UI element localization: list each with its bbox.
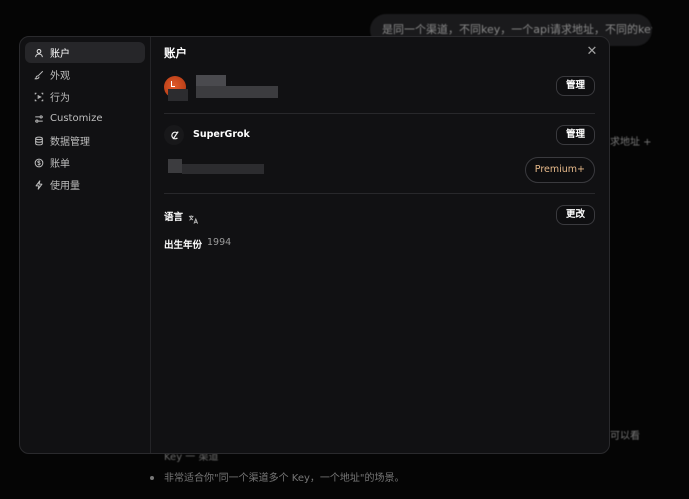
settings-sidebar: 账户 外观 行为 Customize 数据管理 账单 使用量 [20,37,151,453]
user-icon [34,48,44,58]
subscription-manage-button[interactable]: 管理 [555,125,595,145]
page-title: 账户 [164,46,187,60]
birth-year-label: 出生年份 [164,240,203,251]
subscription-detail-row: Premium+ [164,157,595,185]
sidebar-item-label: 外观 [50,71,70,82]
sidebar-item-behavior[interactable]: 行为 [25,86,145,107]
birth-year-row: 出生年份 1994 [164,237,595,251]
translate-icon [188,210,199,224]
supergrok-logo-icon [164,125,184,145]
redacted-email [196,86,278,98]
close-button[interactable]: ✕ [585,45,599,59]
sidebar-item-appearance[interactable]: 外观 [25,64,145,85]
sidebar-item-label: 使用量 [50,181,80,192]
behavior-icon [34,92,44,102]
sidebar-item-customize[interactable]: Customize [25,108,145,129]
redacted-plan-detail [182,164,264,174]
subscription-name: SuperGrok [193,129,250,140]
sidebar-item-label: 行为 [50,93,70,104]
settings-modal: 账户 外观 行为 Customize 数据管理 账单 使用量 账户 ✕ 管理 S… [19,36,610,454]
divider [164,193,595,194]
page: 是同一个渠道，不同key，一个api请求地址，不同的key 求地址 + 可以看 … [0,0,689,499]
redacted-avatar-pixels [168,89,188,101]
account-row: 管理 [164,75,595,103]
background-bullet-line: 非常适合你"同一个渠道多个 Key，一个地址"的场景。 [150,469,405,484]
bullet-dot [150,476,154,480]
divider [164,113,595,114]
sidebar-item-account[interactable]: 账户 [25,42,145,63]
background-bullet-text: 非常适合你"同一个渠道多个 Key，一个地址"的场景。 [164,473,405,484]
background-text-fragment: 可以看 [610,431,640,442]
lightning-icon [34,179,44,190]
settings-content: 账户 ✕ 管理 SuperGrok 管理 Premium+ 语言 更改 出生年份… [151,37,609,453]
birth-year-value: 1994 [207,237,232,248]
sidebar-item-label: 账户 [50,49,70,60]
close-icon: ✕ [586,44,598,59]
sidebar-item-label: Customize [50,113,103,124]
sliders-icon [34,114,44,124]
redacted-plan-icon [168,159,182,173]
brush-icon [34,70,44,80]
sidebar-item-usage[interactable]: 使用量 [25,174,145,195]
sidebar-item-label: 账单 [50,159,70,170]
redacted-username [196,75,226,86]
sidebar-item-label: 数据管理 [50,137,90,148]
language-row: 语言 更改 [164,205,595,227]
language-change-button[interactable]: 更改 [555,205,595,225]
sidebar-item-data-management[interactable]: 数据管理 [25,130,145,151]
sidebar-item-billing[interactable]: 账单 [25,152,145,173]
billing-icon [34,158,44,168]
database-icon [34,136,44,146]
premium-plus-button[interactable]: Premium+ [524,157,595,183]
background-text-fragment: 求地址 + [610,137,652,148]
account-manage-button[interactable]: 管理 [555,76,595,96]
language-label: 语言 [164,212,184,223]
subscription-row: SuperGrok 管理 [164,125,595,147]
